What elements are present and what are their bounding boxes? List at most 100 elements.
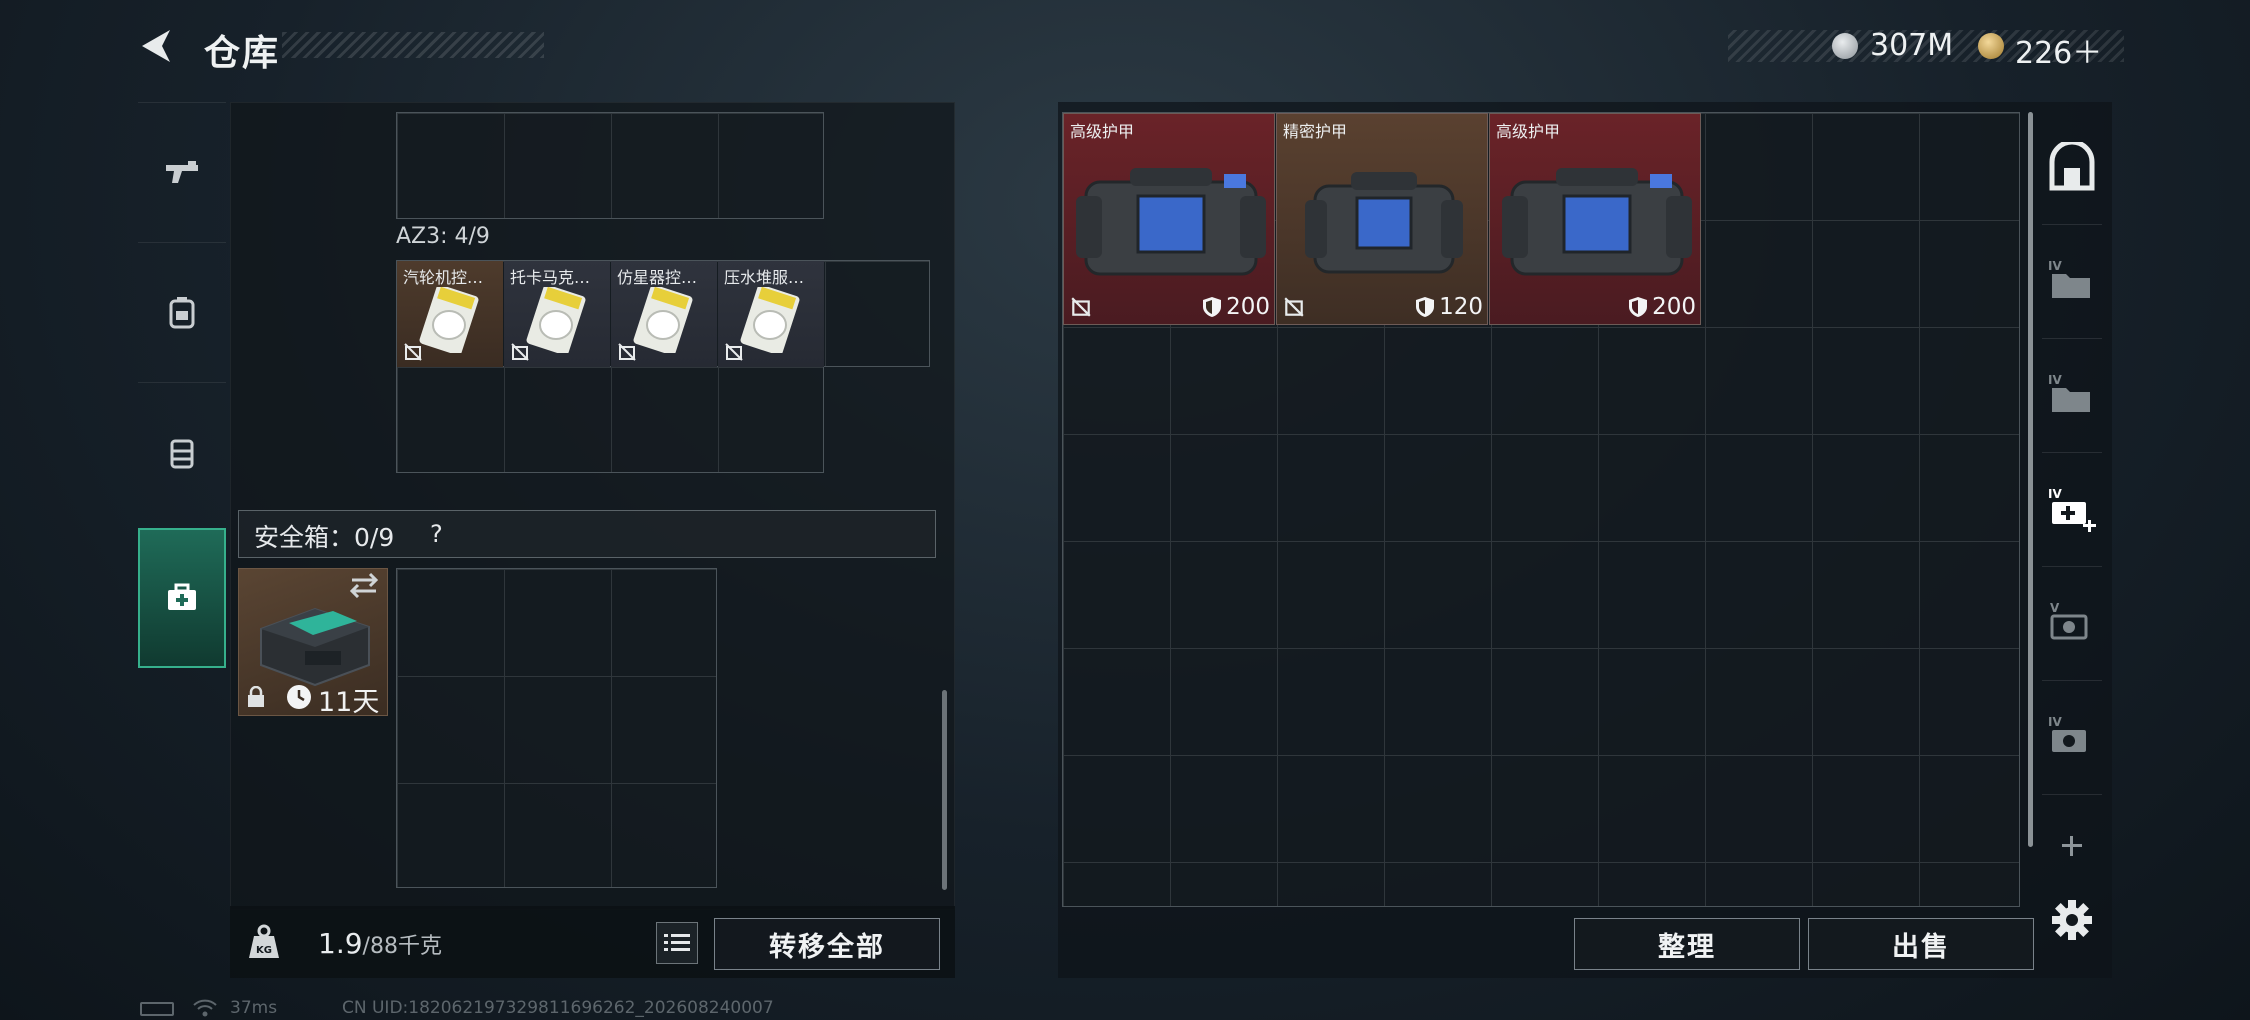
no-sell-icon [725,343,743,361]
tab-storage-iv-1[interactable]: IV [2042,252,2102,312]
battery-icon [140,1002,174,1016]
page-title: 仓库 [204,33,281,74]
gas-mask-package-image [633,287,693,353]
safe-box-grid [396,568,717,888]
divider [2042,566,2102,567]
durability-value: 120 [1439,294,1483,320]
no-sell-icon [404,343,422,361]
transfer-all-button[interactable]: 转移全部 [714,918,940,970]
safe-box-days-remaining: 11天 [318,687,380,718]
add-iv-icon: IV [2048,487,2096,532]
svg-text:IV: IV [2048,373,2062,387]
back-arrow-icon[interactable] [138,26,178,66]
item-name: 高级护甲 [1496,122,1561,141]
sell-button[interactable]: 出售 [1808,918,2034,970]
tab-storage-iv-2[interactable]: IV [2042,366,2102,426]
svg-text:V: V [2050,601,2060,615]
tab-storage-add[interactable]: IV [2042,480,2102,540]
durability-value: 200 [1652,294,1696,320]
list-icon [664,934,690,951]
rig-icon [170,439,194,468]
armor-vest-image [1076,168,1266,276]
sort-button[interactable]: 整理 [1574,918,1800,970]
svg-text:KG: KG [256,945,272,956]
no-sell-icon [618,343,636,361]
weight-readout: 1.9/88千克 [318,927,442,960]
settings-button[interactable] [2042,890,2102,950]
durability-value: 200 [1226,294,1270,320]
divider [2042,680,2102,681]
folder-iv-icon: IV [2048,259,2090,298]
armor-vest-image [1305,172,1463,274]
divider [2042,224,2102,225]
armor-vest-image [1502,168,1692,276]
item-name: 仿星器控… [617,268,698,287]
gas-mask-package-image [419,287,479,353]
tab-chest-rig[interactable] [138,382,226,522]
plus-icon [2062,836,2082,856]
no-sell-icon [511,343,529,361]
container-scrollbar[interactable] [942,690,947,890]
help-icon[interactable]: ? [430,520,443,548]
az3-capacity-label: AZ3: 4/9 [396,224,490,249]
weight-kg-icon: KG [249,924,279,958]
gear-icon [2052,900,2092,940]
tab-safe-box[interactable] [138,528,226,668]
backpack-icon [169,296,195,328]
ping-readout: 37ms [230,998,278,1018]
tab-storage-iv-3[interactable]: IV [2042,708,2102,768]
v-camera-icon: V [2050,601,2088,640]
wifi-icon [193,999,217,1017]
tab-weapons[interactable] [138,102,226,242]
tab-backpack[interactable] [138,242,226,382]
item-name: 高级护甲 [1070,122,1135,141]
item-name: 压水堆服… [724,268,805,287]
storage-scrollbar[interactable] [2028,112,2033,847]
no-sell-icon [1071,297,1091,317]
svg-text:IV: IV [2048,487,2062,501]
list-item[interactable]: 高级护甲 200 [1063,113,1275,325]
list-item[interactable]: 压水堆服… [718,261,824,367]
swap-icon[interactable] [348,572,380,598]
tab-storage-v[interactable]: V [2042,594,2102,654]
gold-coin-icon [1978,33,2004,59]
weight-max: /88千克 [362,934,442,959]
tab-vault[interactable] [2042,138,2102,198]
durability: 200 [1202,294,1270,320]
svg-text:IV: IV [2048,715,2062,729]
silver-coin-icon [1832,33,1858,59]
weight-current: 1.9 [318,927,363,960]
item-name: 托卡马克… [510,268,591,287]
pistol-icon [166,160,198,183]
container-grid-upper [396,112,824,219]
clock-icon [287,685,311,709]
silver-currency-value: 307M [1870,28,1954,63]
list-view-button[interactable] [656,922,698,964]
safe-box-label: 安全箱：0/9 [254,523,395,552]
list-item[interactable]: 仿星器控… [611,261,717,367]
list-item[interactable]: 汽轮机控… [397,261,503,367]
uid-readout: CN UID:1820621973298116962​62_2026082400… [342,998,774,1018]
list-item[interactable]: 精密护甲 120 [1276,113,1488,325]
gas-mask-package-image [740,287,800,353]
no-sell-icon [1284,297,1304,317]
durability: 120 [1415,294,1483,320]
vault-icon [2049,142,2095,191]
gold-currency-value[interactable]: 226＋ [2015,28,2102,72]
folder-iv-icon: IV [2048,373,2090,412]
safe-box-image [260,607,370,687]
az3-grid-lower [396,366,824,473]
divider [2042,794,2102,795]
shield-icon [1416,297,1435,317]
list-item[interactable]: 高级护甲 200 [1489,113,1701,325]
list-item[interactable]: 托卡马克… [504,261,610,367]
gas-mask-package-image [526,287,586,353]
add-storage-button[interactable] [2042,816,2102,876]
durability: 200 [1628,294,1696,320]
lock-icon [248,686,264,707]
medkit-icon [168,583,196,610]
shield-icon [1629,297,1648,317]
item-name: 汽轮机控… [403,268,484,287]
storage-tabs: IV IV IV V IV [2034,112,2110,940]
shield-icon [1203,297,1222,317]
